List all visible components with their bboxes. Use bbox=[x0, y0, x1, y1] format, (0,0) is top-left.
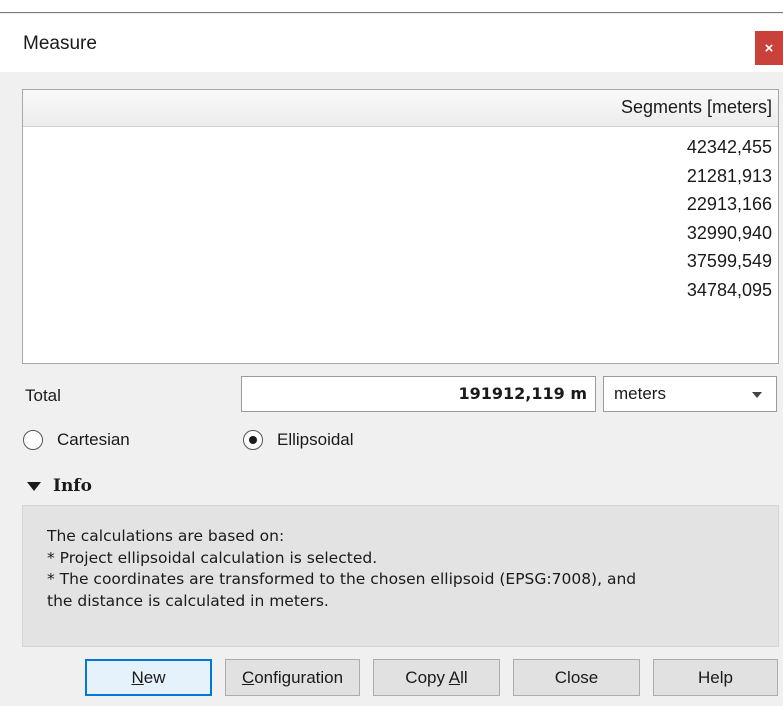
info-line: the distance is calculated in meters. bbox=[47, 591, 329, 610]
info-toggle[interactable]: Info bbox=[27, 476, 92, 496]
collapse-triangle-icon bbox=[27, 481, 41, 491]
radio-off-icon bbox=[23, 430, 43, 450]
table-row[interactable]: 37599,549 bbox=[687, 247, 772, 276]
cartesian-radio[interactable]: Cartesian bbox=[23, 430, 130, 450]
table-row[interactable]: 32990,940 bbox=[687, 219, 772, 248]
help-button[interactable]: Help bbox=[653, 659, 778, 696]
close-window-icon[interactable]: × bbox=[755, 31, 783, 65]
segments-rows: 42342,455 21281,913 22913,166 32990,940 … bbox=[687, 133, 772, 304]
table-row[interactable]: 34784,095 bbox=[687, 276, 772, 305]
total-label: Total bbox=[25, 386, 61, 405]
segments-header-label: Segments [meters] bbox=[620, 97, 772, 117]
info-line: * The coordinates are transformed to the… bbox=[47, 570, 637, 588]
configuration-button[interactable]: Configuration bbox=[225, 659, 360, 696]
total-value-field[interactable]: 191912,119 m bbox=[241, 376, 596, 412]
chevron-down-icon bbox=[752, 392, 762, 398]
close-button[interactable]: Close bbox=[513, 659, 640, 696]
segments-table[interactable]: Segments [meters] 42342,455 21281,913 22… bbox=[22, 89, 779, 364]
radio-on-icon bbox=[243, 430, 263, 450]
info-line: * Project ellipsoidal calculation is sel… bbox=[47, 548, 378, 567]
dialog-title: Measure bbox=[23, 33, 97, 54]
window-top-edge bbox=[0, 0, 783, 13]
info-heading: Info bbox=[53, 476, 92, 496]
segments-column-header[interactable]: Segments [meters] bbox=[23, 90, 778, 127]
info-panel: The calculations are based on: * Project… bbox=[22, 505, 779, 647]
table-row[interactable]: 42342,455 bbox=[687, 133, 772, 162]
unit-select[interactable]: meters bbox=[603, 376, 777, 412]
ellipsoidal-radio[interactable]: Ellipsoidal bbox=[243, 430, 354, 450]
title-bar bbox=[0, 14, 783, 72]
info-line: The calculations are based on: bbox=[47, 527, 285, 545]
ellipsoidal-label: Ellipsoidal bbox=[277, 430, 354, 449]
table-row[interactable]: 21281,913 bbox=[687, 162, 772, 191]
cartesian-label: Cartesian bbox=[57, 430, 130, 449]
table-row[interactable]: 22913,166 bbox=[687, 190, 772, 219]
new-button[interactable]: New bbox=[85, 659, 212, 696]
copy-all-button[interactable]: Copy All bbox=[373, 659, 500, 696]
unit-select-value: meters bbox=[614, 384, 666, 403]
